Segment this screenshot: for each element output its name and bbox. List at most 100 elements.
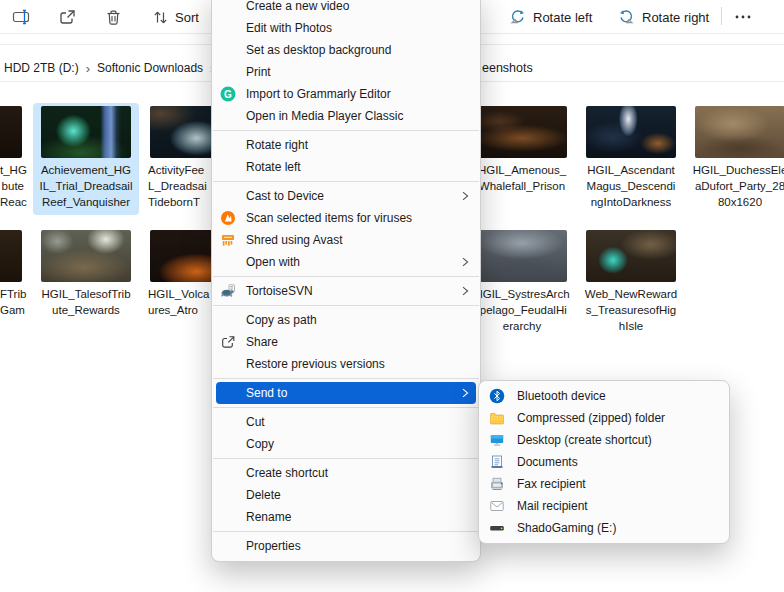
menu-item-edit-with-photos[interactable]: Edit with Photos [216,17,476,39]
rotate-left-button[interactable]: Rotate left [508,4,592,30]
menu-item-create-shortcut[interactable]: Create shortcut [216,462,476,484]
menu-item-open-with[interactable]: Open with [216,251,476,273]
zip-folder-icon [489,410,505,426]
breadcrumb-item-current[interactable]: eenshots [482,50,533,86]
mail-icon [489,498,505,514]
menu-item-label: Properties [216,539,301,553]
menu-item-set-as-desktop-background[interactable]: Set as desktop background [216,39,476,61]
menu-item-send-to[interactable]: Send to [216,382,476,404]
send-to-item-fax-recipient[interactable]: Fax recipient [483,473,725,495]
menu-item-label: Restore previous versions [216,357,385,371]
file-thumbnail [586,106,676,158]
menu-separator [213,276,479,277]
menu-item-label: Rename [216,510,291,524]
breadcrumb-item-drive[interactable]: HDD 2TB (D:) [4,61,79,75]
documents-icon [489,454,505,470]
menu-item-label: Copy as path [216,313,317,327]
menu-item-rotate-left[interactable]: Rotate left [216,156,476,178]
menu-item-tortoisesvn[interactable]: TortoiseSVN [216,280,476,302]
menu-item-restore-previous-versions[interactable]: Restore previous versions [216,353,476,375]
file-item[interactable]: Web_NewRewards_TreasuresofHighIsle [581,230,681,334]
toolbar-divider [721,7,722,25]
menu-separator [213,407,479,408]
rename-icon [12,8,30,26]
menu-item-label: Import to Grammarly Editor [216,87,391,101]
send-to-item-desktop-create-shortcut-[interactable]: Desktop (create shortcut) [483,429,725,451]
file-item[interactable]: HGIL_AscendantMagus_DescendingIntoDarkne… [581,106,681,210]
menu-item-label: Cut [216,415,265,429]
send-to-item-documents[interactable]: Documents [483,451,725,473]
menu-item-copy-as-path[interactable]: Copy as path [216,309,476,331]
file-thumbnail [477,106,567,158]
menu-item-share[interactable]: Share [216,331,476,353]
file-thumbnail [695,106,784,158]
file-name: HGIL_SystresArchipelago_FeudalHierarchy [472,286,572,334]
file-item[interactable]: Achievement_HGIL_Trial_DreadsailReef_Van… [33,103,139,215]
more-options-button[interactable] [733,4,753,30]
menu-item-label: Desktop (create shortcut) [483,433,652,447]
avast-icon [220,210,236,226]
menu-item-label: Send to [216,386,287,400]
file-thumbnail [41,106,131,158]
menu-item-label: Open with [216,255,300,269]
delete-button[interactable] [104,4,123,30]
file-item[interactable]: HGIL_Amenous_Whalefall_Prison [472,106,572,194]
rename-button[interactable] [12,4,30,30]
menu-item-label: Create shortcut [216,466,328,480]
submenu-arrow-icon [458,255,472,269]
breadcrumb-item-folder[interactable]: Softonic Downloads [97,61,203,75]
file-thumbnail [477,230,567,282]
sort-icon [152,9,169,26]
menu-item-import-to-grammarly-editor[interactable]: GImport to Grammarly Editor [216,83,476,105]
file-thumbnail [586,230,676,282]
rotate-right-button[interactable]: Rotate right [617,4,709,30]
rotate-left-icon [508,8,527,27]
submenu-arrow-icon [458,189,472,203]
rotate-right-label: Rotate right [642,10,709,25]
share-button[interactable] [58,4,77,30]
menu-item-print[interactable]: Print [216,61,476,83]
menu-item-delete[interactable]: Delete [216,484,476,506]
send-to-item-shadogaming-e-[interactable]: ShadoGaming (E:) [483,517,725,539]
sort-button[interactable]: Sort [152,4,199,30]
menu-item-create-a-new-video[interactable]: Create a new video [216,0,476,17]
file-thumbnail [0,106,22,158]
menu-item-rotate-right[interactable]: Rotate right [216,134,476,156]
menu-item-open-in-media-player-classic[interactable]: Open in Media Player Classic [216,105,476,127]
rotate-right-icon [617,8,636,27]
grammarly-icon: G [220,86,236,102]
file-item[interactable]: HGIL_DuchessEleaDufort_Party_2880x1620 [690,106,784,210]
send-to-item-compressed-zipped-folder[interactable]: Compressed (zipped) folder [483,407,725,429]
send-to-item-bluetooth-device[interactable]: Bluetooth device [483,385,725,407]
menu-item-properties[interactable]: Properties [216,535,476,557]
menu-item-label: Rotate left [216,160,301,174]
drive-icon [489,520,505,536]
file-item[interactable]: t_HGbuteReac [0,106,26,210]
menu-item-label: Rotate right [216,138,308,152]
menu-item-copy[interactable]: Copy [216,433,476,455]
rotate-left-label: Rotate left [533,10,592,25]
menu-item-cast-to-device[interactable]: Cast to Device [216,185,476,207]
menu-item-label: Compressed (zipped) folder [483,411,665,425]
file-item[interactable]: FTribGam [0,230,26,318]
file-name: Web_NewRewards_TreasuresofHighIsle [581,286,681,334]
file-item[interactable]: HGIL_SystresArchipelago_FeudalHierarchy [472,230,572,334]
menu-item-shred-using-avast[interactable]: Shred using Avast [216,229,476,251]
menu-item-rename[interactable]: Rename [216,506,476,528]
menu-separator [213,181,479,182]
menu-item-scan-selected-items-for-viruses[interactable]: Scan selected items for viruses [216,207,476,229]
file-thumbnail [0,230,22,282]
file-name: Achievement_HGIL_Trial_DreadsailReef_Van… [36,162,136,210]
tortoise-icon [220,283,236,299]
trash-icon [104,8,123,27]
menu-item-cut[interactable]: Cut [216,411,476,433]
file-name: t_HGbuteReac [0,162,26,210]
menu-separator [213,130,479,131]
menu-separator [213,305,479,306]
submenu-arrow-icon [458,386,472,400]
menu-separator [213,378,479,379]
sort-label: Sort [175,10,199,25]
file-item[interactable]: HGIL_TalesofTribute_Rewards [36,230,136,318]
menu-item-label: Open in Media Player Classic [216,109,403,123]
send-to-item-mail-recipient[interactable]: Mail recipient [483,495,725,517]
